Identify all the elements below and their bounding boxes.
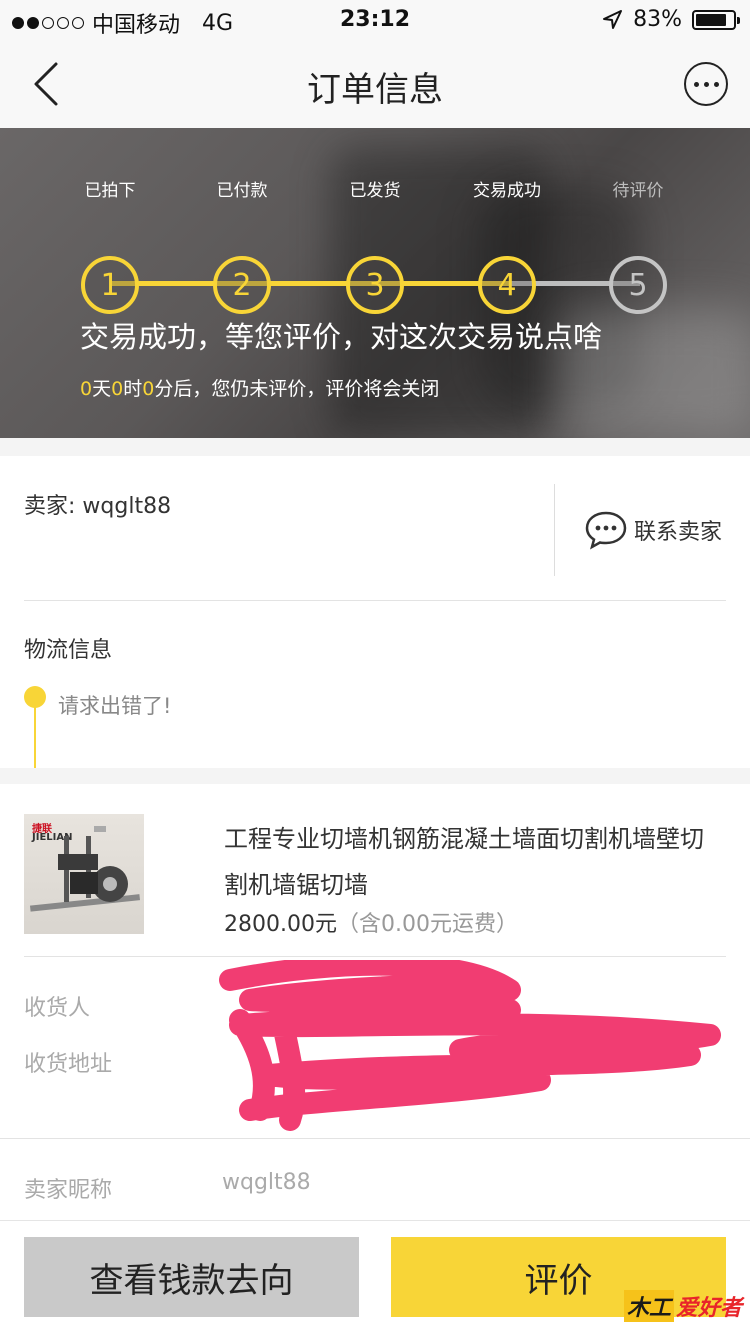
battery-percent: 83% — [633, 7, 682, 32]
step-label-4: 交易成功 — [473, 181, 541, 201]
divider — [24, 600, 726, 601]
battery-icon — [692, 9, 740, 30]
status-right: 83% — [601, 7, 740, 32]
product-price: 2800.00元 — [224, 912, 337, 937]
status-bar: 中国移动 4G 23:12 83% — [0, 0, 750, 40]
step-label-1: 已拍下 — [84, 181, 136, 201]
step-label-3: 已发货 — [349, 181, 401, 201]
divider — [554, 484, 555, 576]
review-countdown: 0天0时0分后，您仍未评价，评价将会关闭 — [80, 374, 439, 401]
order-detail-card: 捷联 JIELIAN 工程专业切墙机钢筋混凝土墙面切割机墙壁切割机墙锯切墙 28… — [0, 784, 750, 1220]
page-title: 订单信息 — [307, 70, 443, 110]
seller-name: 卖家: wqglt88 — [24, 494, 172, 519]
order-progress-banner: 已拍下 已付款 已发货 交易成功 待评价 1 2 3 4 5 交易成功，等您评价… — [0, 128, 750, 438]
shipping-fee: （含0.00元运费） — [336, 912, 518, 937]
more-circle-icon[interactable] — [684, 62, 728, 106]
logistics-message[interactable]: 请求出错了! — [58, 690, 171, 720]
battery-fill — [696, 13, 726, 26]
watermark-part2: 爱好者 — [675, 1296, 742, 1321]
receiver-label: 收货人 — [24, 996, 91, 1021]
step-label-5: 待评价 — [612, 181, 664, 201]
timeline-line — [34, 706, 36, 768]
step-circle-3: 3 — [346, 256, 404, 314]
redaction-scribble — [219, 960, 721, 1131]
countdown-hours: 0 — [111, 378, 124, 400]
countdown-days-unit: 天 — [92, 378, 112, 400]
logistics-title: 物流信息 — [24, 638, 113, 663]
product-title[interactable]: 工程专业切墙机钢筋混凝土墙面切割机墙壁切割机墙锯切墙 — [224, 816, 724, 908]
timeline-dot — [24, 686, 46, 708]
progress-steps: 已拍下 已付款 已发货 交易成功 待评价 1 2 3 4 5 — [0, 176, 750, 314]
step-circle-4: 4 — [478, 256, 536, 314]
divider — [0, 1138, 750, 1139]
countdown-days: 0 — [80, 378, 93, 400]
divider — [24, 956, 726, 957]
step-label-2: 已付款 — [216, 181, 268, 201]
nav-bar: 订单信息 — [0, 40, 750, 128]
seller-nick-label: 卖家昵称 — [24, 1178, 113, 1203]
address-label: 收货地址 — [24, 1052, 113, 1077]
wall-saw-image — [29, 826, 141, 912]
progress-line-done — [110, 281, 510, 286]
price-line: 2800.00元（含0.00元运费） — [224, 906, 518, 938]
contact-seller-label: 联系卖家 — [634, 520, 723, 545]
step-circle-2: 2 — [213, 256, 271, 314]
countdown-minutes: 0 — [142, 378, 155, 400]
watermark-logo: 木工 爱好者 — [623, 1290, 742, 1322]
countdown-hours-unit: 时 — [123, 378, 143, 400]
contact-seller-button[interactable]: 联系卖家 — [584, 510, 722, 550]
view-money-flow-button[interactable]: 查看钱款去向 — [24, 1237, 359, 1317]
seller-logistics-card: 卖家: wqglt88 联系卖家 物流信息 请求出错了! — [0, 456, 750, 768]
countdown-suffix: 分后，您仍未评价，评价将会关闭 — [154, 378, 440, 400]
product-thumbnail[interactable]: 捷联 JIELIAN — [24, 814, 144, 934]
step-circle-5: 5 — [609, 256, 667, 314]
watermark-part1: 木工 — [623, 1290, 674, 1322]
chat-bubble-icon — [585, 511, 627, 550]
step-circle-1: 1 — [81, 256, 139, 314]
status-headline: 交易成功，等您评价，对这次交易说点啥 — [80, 320, 603, 354]
location-arrow-icon — [603, 9, 623, 29]
seller-nick-value: wqglt88 — [222, 1170, 311, 1195]
